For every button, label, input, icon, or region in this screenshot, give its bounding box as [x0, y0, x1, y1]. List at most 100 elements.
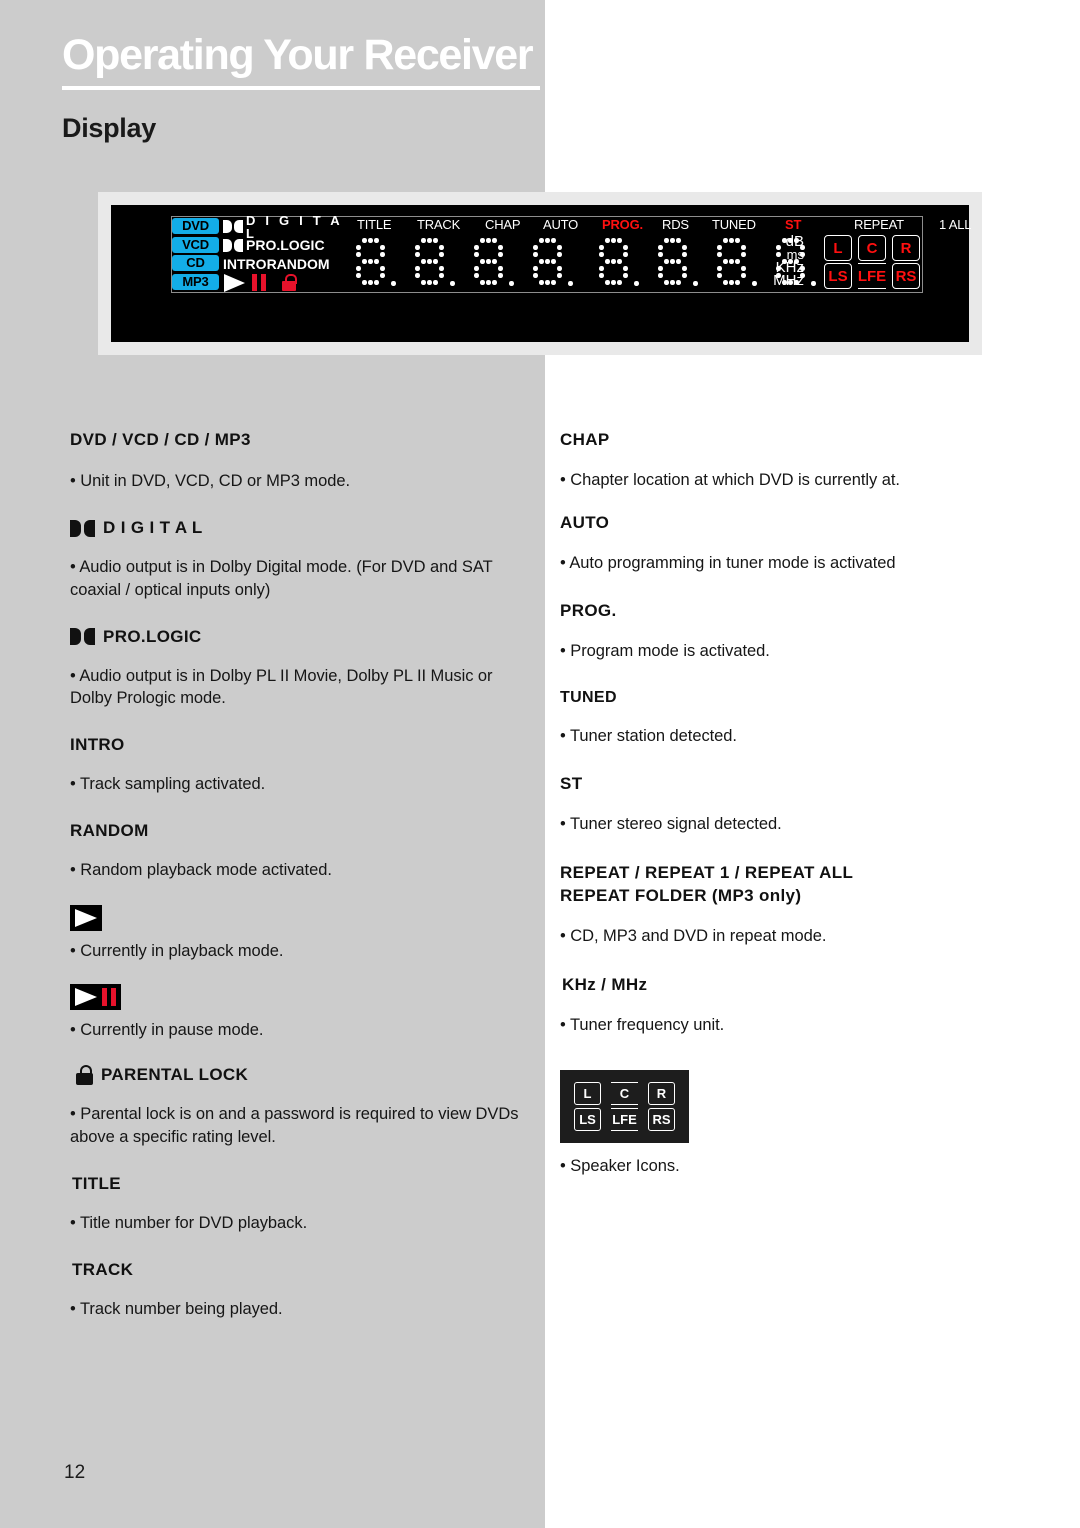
lcd-unit-stack: dB ms KHz MHz: [773, 234, 804, 288]
entry-body: • Audio output is in Dolby PL II Movie, …: [70, 666, 493, 708]
lcd-screen: DVD VCD CD MP3 D I G I T A L PRO.LOGIC I…: [111, 205, 1017, 342]
speaker-icon-l: L: [574, 1081, 601, 1105]
media-badge-vcd: VCD: [172, 236, 219, 253]
dolby-digital-label: D I G I T A L: [246, 212, 343, 241]
lcd-digit: [657, 237, 698, 289]
chapter-title: Operating Your Receiver: [62, 31, 534, 79]
speaker-icon-ls: LS: [574, 1107, 601, 1131]
speaker-icon-l: L: [824, 235, 852, 261]
lcd-indicator-area: DVD VCD CD MP3 D I G I T A L PRO.LOGIC I…: [171, 212, 1017, 293]
page-header: Operating Your Receiver Display: [62, 34, 542, 144]
entry-khz-mhz: KHz / MHz • Tuner frequency unit.: [560, 975, 1010, 1036]
media-badge-mp3: MP3: [172, 273, 219, 290]
intro-label: INTRO: [223, 255, 267, 272]
random-label: RANDOM: [266, 255, 330, 272]
indicator-a-b: A-B: [996, 217, 1018, 232]
indicator-st: ST: [785, 217, 802, 232]
entry-heading: PARENTAL LOCK: [101, 1065, 249, 1085]
entry-body: • Program mode is activated.: [560, 641, 770, 660]
entry-heading: ST: [560, 774, 583, 794]
media-badge-cd: CD: [172, 255, 219, 272]
entry-heading: TRACK: [72, 1260, 134, 1280]
indicator-track: TRACK: [417, 217, 461, 232]
parental-lock-icon: [282, 274, 297, 292]
entry-body: • Chapter location at which DVD is curre…: [560, 471, 900, 489]
dolby-icon: [70, 628, 95, 646]
entry-track: TRACK • Track number being played.: [70, 1260, 520, 1320]
right-text-column: CHAP • Chapter location at which DVD is …: [560, 430, 1010, 1177]
lock-icon: [76, 1065, 93, 1086]
entry-dolby-digital: D I G I T A L • Audio output is in Dolby…: [70, 518, 520, 601]
media-badge-column: DVD VCD CD MP3: [172, 217, 219, 292]
dolby-icon: [223, 238, 243, 252]
entry-heading: INTRO: [70, 735, 125, 755]
title-divider-rule: [62, 86, 540, 90]
lcd-digits-area: TITLE TRACK CHAP AUTO PROG. RDS TUNED ST…: [351, 217, 1017, 292]
entry-st: ST • Tuner stereo signal detected.: [560, 774, 1010, 835]
entry-intro: INTRO • Track sampling activated.: [70, 735, 520, 795]
dolby-prologic-indicator: PRO.LOGIC: [223, 237, 351, 254]
entry-heading-row: PRO.LOGIC: [70, 627, 520, 647]
entry-heading: TUNED: [560, 688, 617, 706]
entry-body: • Auto programming in tuner mode is acti…: [560, 554, 896, 573]
indicator-tuned: TUNED: [712, 217, 756, 232]
indicator-auto: AUTO: [543, 217, 579, 232]
entry-chap: CHAP • Chapter location at which DVD is …: [560, 430, 1010, 491]
entry-heading: RANDOM: [70, 820, 149, 840]
entry-heading: PRO.LOGIC: [103, 626, 202, 646]
lcd-indicator-row: TITLE TRACK CHAP AUTO PROG. RDS TUNED ST…: [351, 217, 1017, 233]
entry-heading: REPEAT / REPEAT 1 / REPEAT ALL: [560, 863, 854, 883]
indicator-1-all: 1 ALL: [939, 217, 972, 232]
speaker-icon-lfe: LFE: [611, 1107, 638, 1131]
entry-dvd-vcd-cd-mp3: DVD / VCD / CD / MP3 • Unit in DVD, VCD,…: [70, 430, 520, 492]
entry-heading-line2: REPEAT FOLDER (MP3 only): [560, 886, 802, 906]
entry-heading: CHAP: [560, 430, 610, 449]
transport-indicator-row: [223, 273, 351, 292]
entry-speaker-icons: L C R LS LFE RS • Speaker Icons.: [560, 1069, 1010, 1177]
entry-body: • Track number being played.: [70, 1300, 283, 1319]
entry-body: • Tuner stereo signal detected.: [560, 815, 782, 834]
lcd-digit: [355, 237, 396, 289]
entry-heading: DVD / VCD / CD / MP3: [70, 430, 251, 449]
entry-heading-row: D I G I T A L: [70, 518, 520, 538]
entry-parental-lock: PARENTAL LOCK • Parental lock is on and …: [70, 1065, 520, 1148]
play-icon: [70, 904, 102, 931]
entry-body: • Currently in playback mode.: [70, 941, 284, 960]
speaker-icon-lfe: LFE: [858, 263, 886, 289]
entry-body: • Speaker Icons.: [560, 1156, 680, 1175]
entry-heading: KHz / MHz: [562, 974, 648, 994]
pause-icon: [252, 274, 266, 292]
speaker-icon-rs: RS: [892, 263, 920, 289]
lcd-digit: [473, 237, 514, 289]
entry-heading: PROG.: [560, 600, 617, 620]
play-pause-icon: [70, 984, 121, 1011]
speaker-icon-r: R: [648, 1081, 675, 1105]
left-text-column: DVD / VCD / CD / MP3 • Unit in DVD, VCD,…: [70, 430, 520, 1320]
speaker-icon-c: C: [858, 235, 886, 261]
entry-playback: • Currently in playback mode.: [70, 904, 520, 962]
speaker-icon-ls: LS: [824, 263, 852, 289]
entry-tuned: TUNED • Tuner station detected.: [560, 689, 1010, 747]
entry-auto: AUTO • Auto programming in tuner mode is…: [560, 513, 1010, 574]
indicator-repeat: REPEAT: [854, 217, 904, 232]
prologic-label: PRO.LOGIC: [246, 237, 325, 254]
entry-body: • Title number for DVD playback.: [70, 1213, 308, 1232]
entry-prog: PROG. • Program mode is activated.: [560, 601, 1010, 662]
indicator-chap: CHAP: [485, 217, 521, 232]
lcd-display-illustration: DVD VCD CD MP3 D I G I T A L PRO.LOGIC I…: [98, 192, 1017, 355]
lcd-speaker-matrix: L C R LS LFE RS: [824, 235, 920, 289]
entry-heading-row: PARENTAL LOCK: [70, 1065, 520, 1086]
speaker-icons: L C R LS LFE RS: [560, 1069, 689, 1143]
entry-heading: TITLE: [72, 1173, 121, 1193]
lcd-digit-row: dB ms KHz MHz L C R LS LFE RS: [351, 233, 922, 292]
entry-body: • Audio output is in Dolby Digital mode.…: [70, 558, 493, 599]
intro-random-indicator: INTRO RANDOM: [223, 255, 351, 272]
entry-body: • Track sampling activated.: [70, 775, 266, 794]
lcd-digit: [414, 237, 455, 289]
media-badge-dvd: DVD: [172, 218, 219, 234]
entry-dolby-prologic: PRO.LOGIC • Audio output is in Dolby PL …: [70, 627, 520, 710]
entry-heading: AUTO: [560, 513, 610, 533]
entry-body: • Tuner station detected.: [560, 726, 737, 745]
entry-body: • Unit in DVD, VCD, CD or MP3 mode.: [70, 472, 351, 490]
indicator-title: TITLE: [357, 217, 392, 232]
